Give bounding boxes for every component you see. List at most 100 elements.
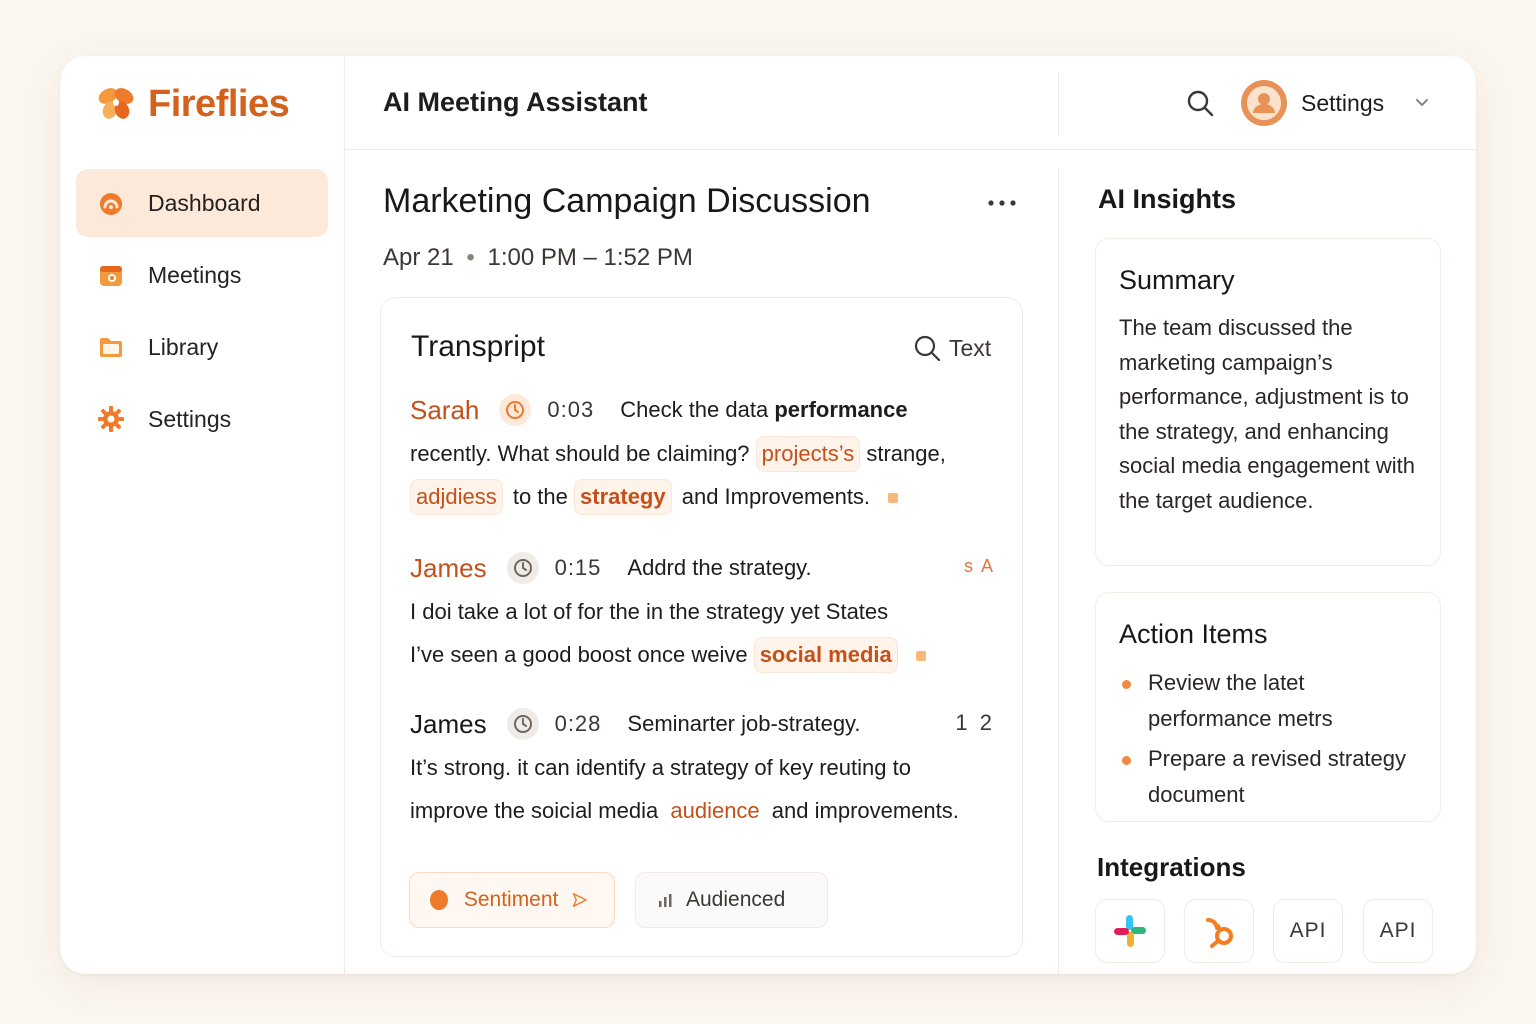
integration-api[interactable]: API: [1273, 899, 1343, 963]
sidebar: Fireflies Dashboard Meetings Library Set…: [60, 56, 345, 974]
speaker-name[interactable]: James: [410, 709, 487, 740]
line-text: and Improvements.: [681, 484, 871, 509]
entry-line: improve the soicial media audience and i…: [410, 789, 995, 832]
separator-dot: •: [466, 244, 475, 271]
entry-lead-text: Check the data performance: [620, 397, 907, 423]
slack-icon: [1114, 915, 1146, 947]
integration-api[interactable]: API: [1363, 899, 1433, 963]
keyword-highlight[interactable]: social media: [753, 637, 898, 673]
integration-hubspot[interactable]: [1184, 899, 1254, 963]
header-divider: [1058, 72, 1059, 136]
line-text: recently. What should be claiming?: [410, 441, 750, 466]
line-text: strange,: [866, 441, 946, 466]
chevron-down-icon[interactable]: [1413, 94, 1431, 112]
speaker-name[interactable]: Sarah: [410, 395, 479, 426]
entry-tag: s A: [963, 556, 995, 576]
entry-line: I’ve seen a good boost once weive social…: [410, 633, 995, 676]
action-items-list: Review the latet performance metrs Prepa…: [1120, 665, 1430, 817]
sidebar-item-label: Dashboard: [148, 189, 261, 216]
transcript-entry: James 0:28 Seminarter job-strategy. 1 2 …: [410, 706, 995, 832]
action-item[interactable]: Prepare a revised strategy document: [1120, 741, 1430, 813]
app-window: Fireflies Dashboard Meetings Library Set…: [60, 56, 1476, 974]
sentiment-button[interactable]: Sentiment: [409, 872, 615, 928]
transcript-entry: James 0:15 Addrd the strategy. s A I doi…: [410, 550, 995, 676]
entry-line: I doi take a lot of for the in the strat…: [410, 599, 889, 624]
top-header: AI Meeting Assistant Settings: [345, 56, 1476, 150]
meeting-date: Apr 21: [383, 244, 454, 271]
line-text: and improvements.: [771, 798, 959, 823]
entry-line: recently. What should be claiming? proje…: [410, 432, 995, 475]
sidebar-item-label: Library: [148, 333, 219, 360]
keyword-highlight[interactable]: projects’s: [755, 436, 861, 472]
hubspot-icon: [1206, 918, 1233, 948]
line-text: I’ve seen a good boost once weive: [410, 642, 748, 667]
action-items-title: Action Items: [1119, 619, 1268, 649]
dashboard-icon: [96, 188, 126, 218]
entry-count: 1 2: [955, 710, 995, 735]
summary-card: Summary The team discussed the marketing…: [1095, 238, 1441, 566]
search-icon: [914, 335, 941, 362]
meetings-icon: [96, 260, 126, 290]
meeting-datetime: Apr 21 • 1:00 PM – 1:52 PM: [383, 244, 693, 272]
sidebar-item-label: Meetings: [148, 261, 242, 288]
action-items-card: Action Items Review the latet performanc…: [1095, 592, 1441, 822]
integration-slack[interactable]: [1095, 899, 1165, 963]
transcript-panel: Transpript Text Sarah 0:03 Check the dat…: [380, 297, 1023, 957]
lead-bold-text: performance: [774, 397, 908, 422]
marker-dot: [888, 493, 899, 504]
keyword-highlight[interactable]: adjdiess: [410, 479, 503, 515]
entry-header: James 0:28 Seminarter job-strategy. 1 2: [410, 706, 995, 742]
app-title: AI Meeting Assistant: [383, 87, 648, 117]
audience-button[interactable]: Audienced: [635, 872, 828, 928]
speaker-name[interactable]: James: [410, 553, 487, 584]
user-icon: [1247, 86, 1281, 120]
sidebar-item-library[interactable]: Library: [76, 313, 328, 381]
entry-line: It’s strong. it can identify a strategy …: [410, 755, 911, 780]
integrations-title: Integrations: [1097, 852, 1246, 882]
sidebar-item-settings[interactable]: Settings: [76, 385, 328, 453]
entry-header: Sarah 0:03 Check the data performance: [410, 392, 995, 428]
keyword-highlight[interactable]: audience: [664, 793, 766, 829]
line-text: to the: [512, 484, 568, 509]
sidebar-item-label: Settings: [148, 405, 232, 432]
line-text: improve the soicial media: [410, 798, 659, 823]
firefly-logo-icon: [98, 88, 134, 119]
brand-name: Fireflies: [148, 82, 290, 125]
timestamp[interactable]: 0:28: [555, 711, 602, 737]
lead-text: Check the data: [620, 397, 769, 422]
keyword-highlight[interactable]: strategy: [574, 479, 672, 515]
ai-insights-title: AI Insights: [1098, 184, 1237, 214]
lead-text: Addrd the strategy.: [627, 555, 812, 580]
chip-label: Sentiment: [463, 888, 559, 911]
marker-dot: [915, 651, 926, 662]
meeting-time-range: 1:00 PM – 1:52 PM: [487, 244, 693, 271]
timestamp[interactable]: 0:03: [547, 397, 594, 423]
action-item[interactable]: Review the latet performance metrs: [1120, 665, 1430, 737]
brand-logo[interactable]: Fireflies: [94, 82, 290, 126]
transcript-entry: Sarah 0:03 Check the data performance re…: [410, 392, 995, 518]
search-icon[interactable]: [1185, 88, 1215, 118]
timestamp[interactable]: 0:15: [555, 555, 602, 581]
settings-menu-label[interactable]: Settings: [1301, 90, 1384, 117]
clock-icon: [506, 552, 539, 584]
avatar[interactable]: [1241, 80, 1287, 126]
summary-text: The team discussed the marketing campaig…: [1119, 315, 1415, 513]
send-icon: [573, 893, 588, 907]
panel-divider: [1058, 168, 1059, 974]
bar-chart-icon: [659, 894, 672, 907]
clock-icon: [506, 708, 539, 740]
transcript-title: Transpript: [411, 330, 545, 363]
entry-line: adjdiess to the strategy and Improvement…: [410, 475, 995, 518]
transcript-search[interactable]: Text: [913, 334, 991, 362]
summary-title: Summary: [1119, 265, 1235, 295]
sidebar-item-dashboard[interactable]: Dashboard: [76, 169, 328, 237]
sidebar-nav: Dashboard Meetings Library Settings: [76, 169, 328, 457]
clock-icon: [499, 394, 532, 426]
more-options-icon[interactable]: [982, 191, 1022, 215]
transcript-search-input[interactable]: Text: [949, 335, 991, 362]
folder-icon: [96, 332, 126, 362]
gear-icon: [96, 404, 126, 434]
sidebar-item-meetings[interactable]: Meetings: [76, 241, 328, 309]
lead-text: Seminarter job-strategy.: [627, 711, 861, 736]
meeting-title: Marketing Campaign Discussion: [383, 182, 871, 220]
